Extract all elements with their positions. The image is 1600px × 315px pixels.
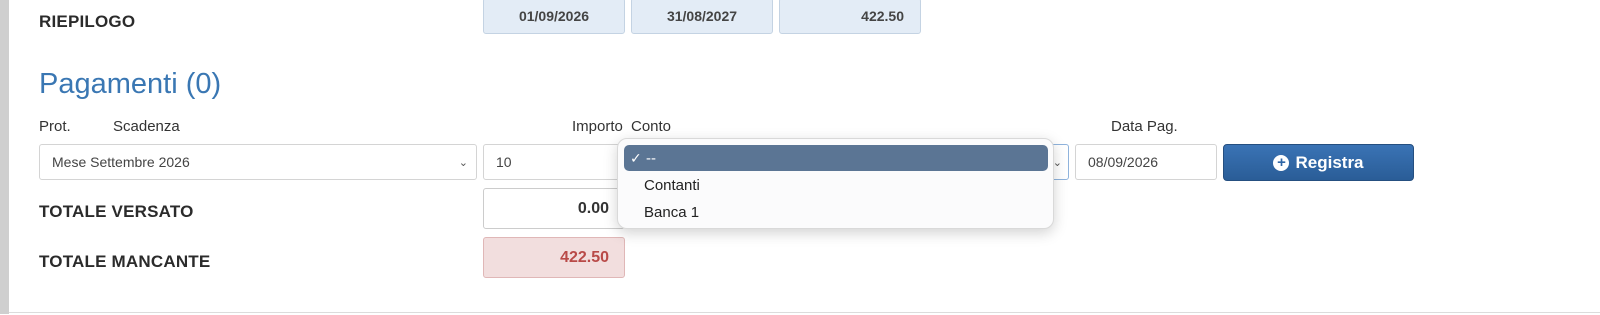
plus-circle-icon: + <box>1273 154 1290 171</box>
totale-mancante-label: TOTALE MANCANTE <box>39 252 211 271</box>
conto-option-label: -- <box>646 149 656 167</box>
registra-button[interactable]: + Registra <box>1223 144 1414 181</box>
registra-label: Registra <box>1295 152 1364 172</box>
conto-option-label: Contanti <box>644 176 700 194</box>
riepilogo-date-from: 01/09/2026 <box>483 0 625 34</box>
col-prot: Prot. <box>39 118 71 135</box>
col-data-pag: Data Pag. <box>1111 118 1178 135</box>
chevron-down-icon: ⌄ <box>1052 157 1062 169</box>
data-pag-input-value: 08/09/2026 <box>1088 154 1159 170</box>
data-pag-input[interactable]: 08/09/2026 <box>1075 144 1217 180</box>
pagamenti-title: Pagamenti (0) <box>39 68 222 100</box>
riepilogo-label: RIEPILOGO <box>39 12 136 31</box>
importo-input-value: 10 <box>496 154 512 170</box>
col-conto: Conto <box>631 118 672 135</box>
conto-option-contanti[interactable]: Contanti <box>618 172 1053 198</box>
totale-versato-label: TOTALE VERSATO <box>39 202 194 221</box>
check-icon: ✓ <box>630 149 642 166</box>
riepilogo-amount: 422.50 <box>779 0 921 34</box>
col-scadenza: Scadenza <box>113 118 180 135</box>
riepilogo-date-to: 31/08/2027 <box>631 0 773 34</box>
conto-option-label: Banca 1 <box>644 203 700 221</box>
totale-versato-value: 0.00 <box>483 188 625 229</box>
conto-option-banca-1[interactable]: Banca 1 <box>618 199 1053 225</box>
scadenza-select-value: Mese Settembre 2026 <box>52 154 190 170</box>
conto-dropdown-menu: ✓ -- Contanti Banca 1 <box>617 138 1054 229</box>
col-importo: Importo <box>572 118 623 135</box>
scadenza-select[interactable]: Mese Settembre 2026 ⌄ <box>39 144 477 180</box>
conto-option-selected[interactable]: ✓ -- <box>624 145 1048 171</box>
chevron-down-icon: ⌄ <box>458 157 468 169</box>
bottom-divider <box>9 312 1600 313</box>
left-border <box>0 0 9 314</box>
totale-mancante-value: 422.50 <box>483 237 625 278</box>
importo-input[interactable]: 10 <box>483 144 623 180</box>
